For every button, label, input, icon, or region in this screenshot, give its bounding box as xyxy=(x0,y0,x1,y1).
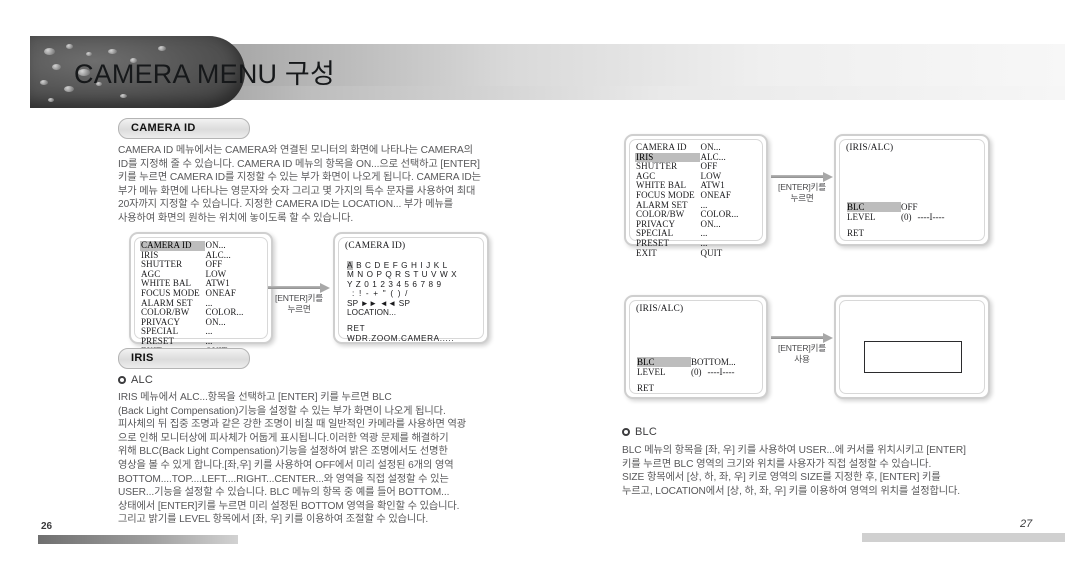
osd-inner-border xyxy=(839,139,985,241)
osd-ret-key: RET xyxy=(847,228,864,238)
page-title: CAMERA MENU 구성 xyxy=(74,59,336,89)
osd-menu-value: QUIT xyxy=(700,247,723,258)
charset-location-item: LOCATION... xyxy=(347,308,397,318)
subsection-label-blc: BLC xyxy=(635,426,657,438)
charset-row-5-space: SP ►► ◄◄ SP xyxy=(347,298,411,308)
flow-arrow-left xyxy=(268,283,330,293)
osd-level-value: (0) xyxy=(901,212,912,222)
footer-bar-left xyxy=(38,535,238,544)
osd-blc-value: OFF xyxy=(901,202,918,212)
subsection-heading-alc: ALC xyxy=(118,374,153,386)
subsection-heading-blc: BLC xyxy=(622,426,657,438)
alc-description: IRIS 메뉴에서 ALC...항목을 선택하고 [ENTER] 키를 누르면 … xyxy=(118,392,467,526)
charset-row-1: AB C D E F G H I J K L xyxy=(347,261,457,270)
osd-menu-list: CAMERA ID ON... IRIS ALC... SHUTTER OFF AGC LOW… xyxy=(140,240,265,356)
osd-iris-alc-screen-2: (IRIS/ALC) BLC BOTTOM... LEVEL (0) ----I… xyxy=(624,295,768,399)
osd-level-key: LEVEL xyxy=(847,212,876,222)
charset-row-4-symbols: : ! - + " ( ) / xyxy=(352,289,409,299)
osd-ret-key: RET xyxy=(637,383,654,393)
flow-arrow-left-label: [ENTER]키를 누르면 xyxy=(275,293,323,314)
osd-camera-id-screen: (CAMERA ID) AB C D E F G H I J K L M N O… xyxy=(333,232,489,344)
page-number-left: 26 xyxy=(41,521,53,532)
flow-arrow-right-1-label: [ENTER]키를 누르면 xyxy=(778,182,826,203)
osd-inner-border xyxy=(629,300,763,394)
arrow-head-icon xyxy=(823,172,833,182)
charset-row-3: Y Z 0 1 2 3 4 5 6 7 8 9 xyxy=(347,279,442,289)
osd-level-gauge: ----I---- xyxy=(707,367,735,377)
charset-ret-item: RET xyxy=(347,324,366,334)
osd-row-ret: RET xyxy=(637,383,691,393)
page-number-right: 27 xyxy=(1020,518,1033,530)
section-pill-iris: IRIS xyxy=(118,348,250,369)
osd-menu-value: ... xyxy=(700,228,708,239)
footer-bar-right xyxy=(862,533,1065,542)
osd-blc-key: BLC xyxy=(637,357,691,367)
osd-menu-value: ON... xyxy=(700,218,721,229)
osd-row-level: LEVEL (0) ----I---- xyxy=(637,367,734,377)
osd-iris-alc-screen-1: (IRIS/ALC) BLC OFF LEVEL (0) ----I---- R… xyxy=(834,134,990,246)
subsection-label-alc: ALC xyxy=(131,374,153,386)
osd-menu-row: CAMERA ID ON... xyxy=(140,240,265,251)
osd-row-blc: BLC OFF xyxy=(847,202,918,212)
charset-selected-char: A xyxy=(347,261,354,270)
arrow-shaft xyxy=(771,336,824,339)
osd-blc-key: BLC xyxy=(847,202,901,212)
manual-page-spread: CAMERA MENU 구성 CAMERA ID CAMERA ID 메뉴에서는… xyxy=(0,0,1080,582)
charset-row-1-rest: B C D E F G H I J K L xyxy=(356,261,448,270)
osd-menu-value: ONEAF xyxy=(205,287,236,298)
osd-blc-area-screen xyxy=(834,295,990,399)
blc-description: BLC 메뉴의 항목을 [좌, 우] 키를 사용하여 USER...에 커서를 … xyxy=(622,445,966,497)
blc-area-rectangle xyxy=(864,341,962,373)
osd-menu-value: ... xyxy=(205,326,213,337)
section-pill-camera-id: CAMERA ID xyxy=(118,118,250,139)
osd-level-gauge: ----I---- xyxy=(917,212,945,222)
flow-arrow-right-1 xyxy=(771,172,833,182)
camera-id-description: CAMERA ID 메뉴에서는 CAMERA와 연결된 모니터의 화면에 나타나… xyxy=(118,145,481,224)
flow-arrow-right-2-label: [ENTER]키를 사용 xyxy=(778,343,826,364)
osd-main-menu-left: CAMERA ID ON... IRIS ALC... SHUTTER OFF AGC LOW… xyxy=(129,232,273,355)
osd-level-value: (0) xyxy=(691,367,702,377)
osd-character-set: AB C D E F G H I J K L M N O P Q R S T U… xyxy=(347,261,457,343)
osd-level-key: LEVEL xyxy=(637,367,666,377)
bullet-dot-icon xyxy=(118,376,126,384)
osd-screen-title: (IRIS/ALC) xyxy=(636,304,684,314)
osd-main-menu-right: CAMERA ID ON... IRIS ALC... SHUTTER OFF AGC LOW… xyxy=(624,134,768,257)
charset-id-preview: WDR.ZOOM.CAMERA..... xyxy=(347,333,455,343)
charset-row-2: M N O P Q R S T U V W X xyxy=(347,270,458,280)
osd-menu-row: CAMERA ID ON... xyxy=(635,142,760,153)
arrow-shaft xyxy=(268,286,321,289)
osd-screen-title: (IRIS/ALC) xyxy=(846,143,894,153)
arrow-shaft xyxy=(771,175,824,178)
osd-menu-list: CAMERA ID ON... IRIS ALC... SHUTTER OFF AGC LOW… xyxy=(635,142,760,259)
osd-menu-value: ONEAF xyxy=(700,189,731,200)
osd-row-blc: BLC BOTTOM... xyxy=(637,357,736,367)
bullet-dot-icon xyxy=(622,428,630,436)
osd-menu-row: EXIT QUIT xyxy=(635,247,760,259)
osd-blc-value: BOTTOM... xyxy=(691,357,736,367)
osd-menu-label: EXIT xyxy=(636,247,657,258)
arrow-head-icon xyxy=(320,283,330,293)
osd-row-ret: RET xyxy=(847,228,901,238)
osd-screen-title: (CAMERA ID) xyxy=(345,241,406,251)
osd-row-level: LEVEL (0) ----I---- xyxy=(847,212,944,222)
flow-arrow-right-2 xyxy=(771,333,833,343)
arrow-head-icon xyxy=(823,333,833,343)
osd-menu-value: ON... xyxy=(205,316,226,327)
